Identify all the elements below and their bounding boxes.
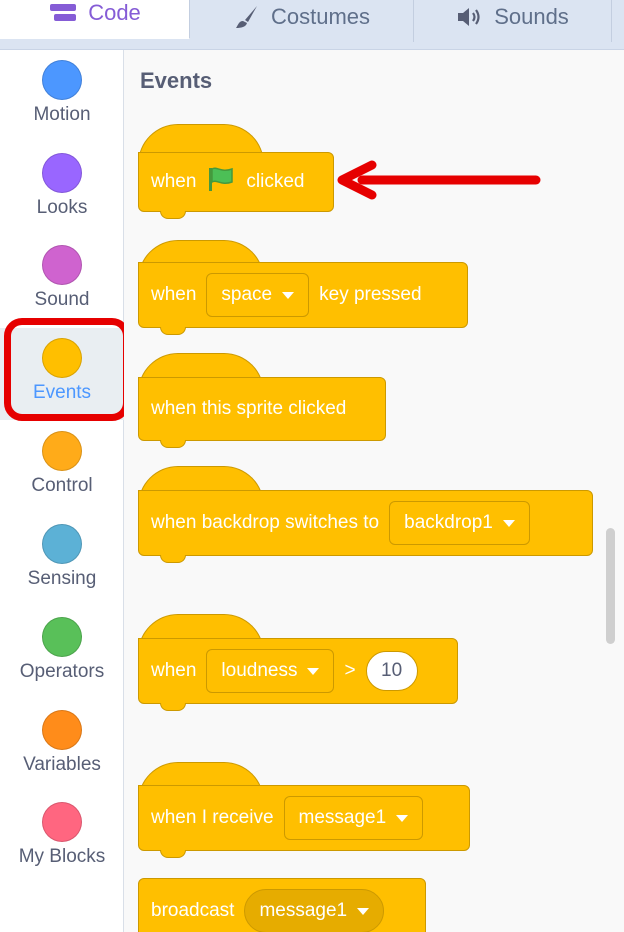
events-highlight-box [4, 318, 130, 421]
category-label: Sound [34, 289, 90, 310]
block-notch [160, 850, 186, 858]
category-variables[interactable]: Variables [0, 700, 124, 792]
operators-color-dot [42, 617, 82, 657]
category-label: Motion [33, 104, 91, 125]
category-label: Looks [36, 197, 88, 218]
category-label: Sensing [27, 568, 97, 589]
green-flag-icon [206, 165, 236, 199]
control-color-dot [42, 431, 82, 471]
red-arrow-annotation [336, 160, 542, 205]
palette-heading: Events [140, 68, 213, 93]
category-sound[interactable]: Sound [0, 235, 124, 327]
caret-down-icon [282, 291, 295, 299]
category-motion[interactable]: Motion [0, 50, 124, 142]
tab-code[interactable]: Code [0, 0, 190, 39]
dropdown-value: backdrop1 [404, 512, 493, 533]
key-dropdown[interactable]: space [206, 273, 310, 317]
block-text: clicked [246, 171, 305, 192]
dropdown-value: loudness [221, 660, 298, 681]
tab-costumes[interactable]: Costumes [190, 0, 414, 42]
block-text: broadcast [151, 900, 235, 921]
sensing-color-dot [42, 524, 82, 564]
caret-down-icon [502, 519, 515, 527]
backdrop-dropdown[interactable]: backdrop1 [389, 501, 530, 545]
speaker-icon [456, 6, 484, 28]
greater-than-operator: > [344, 660, 356, 681]
broadcast-block[interactable]: broadcast message1 [138, 878, 426, 932]
dropdown-value: space [221, 284, 273, 305]
caret-down-icon [357, 907, 370, 915]
caret-down-icon [307, 667, 320, 675]
block-notch [160, 555, 186, 563]
block-notch [160, 327, 186, 335]
category-operators[interactable]: Operators [0, 607, 124, 699]
looks-color-dot [42, 153, 82, 193]
code-blocks-icon [48, 2, 78, 24]
block-notch [160, 211, 186, 219]
block-text: when [151, 171, 197, 192]
category-control[interactable]: Control [0, 421, 124, 513]
my-blocks-color-dot [42, 802, 82, 842]
tab-costumes-label: Costumes [270, 4, 371, 29]
dropdown-value: message1 [298, 807, 387, 828]
tab-code-label: Code [88, 0, 141, 25]
receive-message-dropdown[interactable]: message1 [283, 796, 424, 840]
category-sidebar: Motion Looks Sound Events Control Sensin… [0, 50, 124, 932]
editor-tabs: Code Costumes Sounds [0, 0, 624, 50]
category-label: My Blocks [18, 846, 106, 867]
tab-sounds[interactable]: Sounds [414, 0, 612, 42]
block-text: key pressed [319, 284, 422, 305]
category-my-blocks[interactable]: My Blocks [0, 792, 124, 884]
block-text: when [151, 284, 197, 305]
when-backdrop-switches-block[interactable]: when backdrop switches to backdrop1 [138, 490, 593, 556]
sound-color-dot [42, 245, 82, 285]
when-i-receive-block[interactable]: when I receive message1 [138, 785, 470, 851]
caret-down-icon [396, 814, 409, 822]
category-sensing[interactable]: Sensing [0, 514, 124, 606]
palette-scrollbar[interactable] [606, 528, 615, 644]
when-sprite-clicked-block[interactable]: when this sprite clicked [138, 377, 386, 441]
loudness-dropdown[interactable]: loudness [206, 649, 335, 693]
block-notch [160, 440, 186, 448]
category-looks[interactable]: Looks [0, 143, 124, 235]
when-loudness-block[interactable]: when loudness > 10 [138, 638, 458, 704]
block-notch [160, 703, 186, 711]
when-key-pressed-block[interactable]: when space key pressed [138, 262, 468, 328]
category-label: Control [31, 475, 93, 496]
category-label: Operators [19, 661, 105, 682]
block-text: when this sprite clicked [151, 398, 347, 419]
dropdown-value: message1 [259, 900, 348, 921]
motion-color-dot [42, 60, 82, 100]
category-label: Variables [23, 754, 101, 775]
block-text: when [151, 660, 197, 681]
block-text: when I receive [151, 807, 274, 828]
broadcast-message-dropdown[interactable]: message1 [244, 889, 385, 932]
tab-sounds-label: Sounds [494, 4, 569, 29]
variables-color-dot [42, 710, 82, 750]
when-flag-clicked-block[interactable]: when clicked [138, 152, 334, 212]
loudness-value-input[interactable]: 10 [365, 651, 418, 691]
paintbrush-icon [233, 3, 261, 31]
block-text: when backdrop switches to [151, 512, 380, 533]
